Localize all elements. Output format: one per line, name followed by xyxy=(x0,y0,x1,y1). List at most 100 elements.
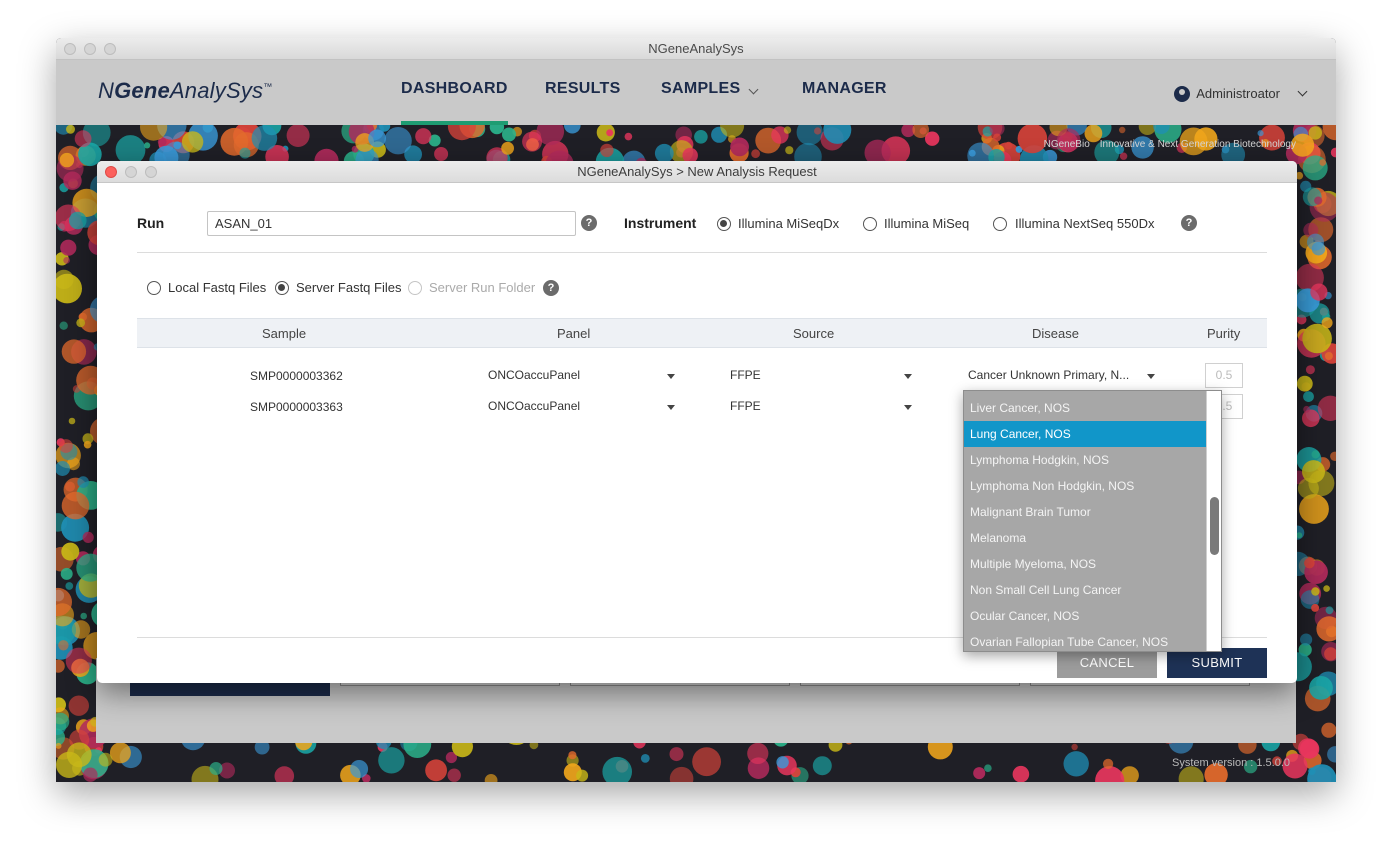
background-dot xyxy=(59,439,73,453)
window-titlebar: NGeneAnalySys xyxy=(56,38,1336,60)
nav-samples[interactable]: SAMPLES xyxy=(661,80,740,125)
background-dot xyxy=(209,762,223,775)
run-input[interactable]: ASAN_01 xyxy=(207,211,576,236)
background-dot xyxy=(69,211,87,230)
background-dot xyxy=(74,130,92,148)
background-dot xyxy=(59,152,75,168)
source-select[interactable]: FFPE xyxy=(730,368,761,382)
chevron-down-icon[interactable] xyxy=(1297,86,1308,97)
background-dot xyxy=(65,582,74,590)
dropdown-caret-icon[interactable] xyxy=(667,405,675,410)
server-run-folder-radio[interactable] xyxy=(408,281,422,295)
background-dot xyxy=(61,542,80,561)
zoom-window-button[interactable] xyxy=(104,43,116,55)
background-dot xyxy=(624,132,633,141)
scrollbar-thumb[interactable] xyxy=(1210,497,1219,555)
background-dot xyxy=(993,133,1002,142)
background-dot xyxy=(56,273,82,304)
background-dot xyxy=(1004,141,1013,150)
dropdown-option[interactable]: Liver Cancer, NOS xyxy=(964,395,1207,421)
dropdown-scrollbar[interactable] xyxy=(1206,391,1221,651)
help-icon[interactable]: ? xyxy=(543,280,559,296)
background-dot xyxy=(1302,155,1328,181)
window-title: NGeneAnalySys xyxy=(648,41,744,56)
dropdown-option[interactable]: Melanoma xyxy=(964,525,1207,551)
background-dot xyxy=(80,612,87,620)
background-dot xyxy=(1119,126,1126,134)
purity-input[interactable]: 0.5 xyxy=(1205,363,1243,388)
instrument-miseqdx-label[interactable]: Illumina MiSeqDx xyxy=(738,216,839,231)
nav-results[interactable]: RESULTS xyxy=(545,80,621,125)
instrument-miseqdx-radio[interactable] xyxy=(717,217,731,231)
cancel-button[interactable]: CANCEL xyxy=(1057,648,1157,678)
dropdown-option-selected[interactable]: Lung Cancer, NOS xyxy=(964,421,1207,447)
local-fastq-radio[interactable] xyxy=(147,281,161,295)
dropdown-option[interactable]: Ocular Cancer, NOS xyxy=(964,603,1207,629)
background-dot xyxy=(984,764,992,772)
dropdown-caret-icon[interactable] xyxy=(667,374,675,379)
disease-dropdown-list[interactable]: Liver Cancer, NOS Lung Cancer, NOS Lymph… xyxy=(963,390,1222,652)
instrument-miseq-label[interactable]: Illumina MiSeq xyxy=(884,216,969,231)
zoom-dialog-button[interactable] xyxy=(145,166,157,178)
nav-dashboard[interactable]: DASHBOARD xyxy=(401,80,508,125)
background-dot xyxy=(814,127,822,135)
column-header-sample: Sample xyxy=(262,326,307,341)
panel-select[interactable]: ONCOaccuPanel xyxy=(488,399,580,413)
background-dot xyxy=(973,767,986,780)
background-dot xyxy=(58,640,69,651)
dropdown-option[interactable]: Multiple Myeloma, NOS xyxy=(964,551,1207,577)
chevron-down-icon[interactable] xyxy=(748,84,759,95)
minimize-window-button[interactable] xyxy=(84,43,96,55)
app-logo[interactable]: NGeneAnalySys™ xyxy=(98,78,272,104)
background-dot xyxy=(669,747,684,762)
disease-select[interactable]: Cancer Unknown Primary, N... xyxy=(968,368,1129,382)
server-fastq-radio[interactable] xyxy=(275,281,289,295)
dropdown-caret-icon[interactable] xyxy=(904,374,912,379)
background-dot xyxy=(109,742,131,764)
dropdown-option[interactable]: Lymphoma Hodgkin, NOS xyxy=(964,447,1207,473)
sample-id: SMP0000003363 xyxy=(250,400,343,414)
dropdown-option[interactable]: Ovarian Fallopian Tube Cancer, NOS xyxy=(964,629,1207,651)
divider xyxy=(137,252,1267,253)
nav-manager[interactable]: MANAGER xyxy=(802,80,887,125)
local-fastq-label[interactable]: Local Fastq Files xyxy=(168,280,266,295)
background-dot xyxy=(640,754,650,763)
background-dot xyxy=(1103,758,1114,770)
background-dot xyxy=(1310,283,1328,301)
submit-button[interactable]: SUBMIT xyxy=(1167,648,1267,678)
close-window-button[interactable] xyxy=(64,43,76,55)
background-dot xyxy=(83,440,92,449)
close-dialog-button[interactable] xyxy=(105,166,117,178)
dropdown-option[interactable]: Malignant Brain Tumor xyxy=(964,499,1207,525)
background-dot xyxy=(1302,460,1325,484)
dialog-title: NGeneAnalySys > New Analysis Request xyxy=(577,164,817,179)
server-run-folder-label[interactable]: Server Run Folder xyxy=(429,280,535,295)
background-dot xyxy=(76,318,86,328)
dropdown-caret-icon[interactable] xyxy=(904,405,912,410)
background-dot xyxy=(606,129,614,137)
instrument-miseq-radio[interactable] xyxy=(863,217,877,231)
instrument-nextseq-radio[interactable] xyxy=(993,217,1007,231)
dropdown-caret-icon[interactable] xyxy=(1147,374,1155,379)
column-header-panel: Panel xyxy=(557,326,591,341)
user-menu[interactable]: Administroator xyxy=(1174,86,1308,102)
dropdown-option[interactable]: Lymphoma Non Hodgkin, NOS xyxy=(964,473,1207,499)
background-dot xyxy=(181,131,204,153)
server-fastq-label[interactable]: Server Fastq Files xyxy=(296,280,401,295)
background-dot xyxy=(82,531,94,543)
dropdown-option[interactable]: Non Small Cell Lung Cancer xyxy=(964,577,1207,603)
background-dot xyxy=(1311,587,1320,596)
instrument-nextseq-label[interactable]: Illumina NextSeq 550Dx xyxy=(1015,216,1154,231)
help-icon[interactable]: ? xyxy=(1181,215,1197,231)
system-version: System version : 1.5.0.0 xyxy=(1172,757,1290,769)
column-header-disease: Disease xyxy=(1032,326,1079,341)
help-icon[interactable]: ? xyxy=(581,215,597,231)
minimize-dialog-button[interactable] xyxy=(125,166,137,178)
source-select[interactable]: FFPE xyxy=(730,399,761,413)
background-dot xyxy=(65,647,92,674)
background-dot xyxy=(60,239,77,256)
panel-select[interactable]: ONCOaccuPanel xyxy=(488,368,580,382)
background-dot xyxy=(68,695,89,716)
background-dot xyxy=(1296,375,1313,392)
background-dot xyxy=(1319,159,1327,166)
